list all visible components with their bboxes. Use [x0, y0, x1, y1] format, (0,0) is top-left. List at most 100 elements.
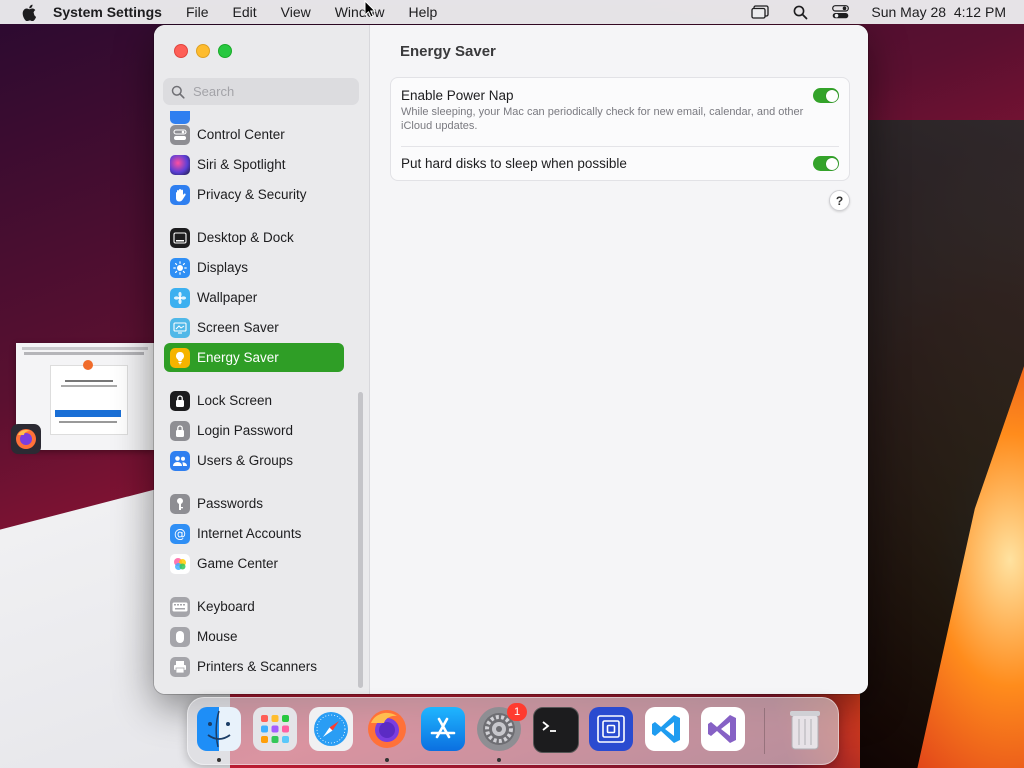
key-icon — [170, 493, 190, 514]
sidebar-item-label: Screen Saver — [197, 320, 279, 335]
power-nap-toggle[interactable] — [813, 88, 839, 103]
sidebar-item-energy-saver[interactable]: Energy Saver — [164, 343, 344, 372]
sidebar-item-label: Siri & Spotlight — [197, 157, 286, 172]
row-divider — [401, 146, 839, 147]
window-controls — [174, 44, 232, 58]
page-title: Energy Saver — [400, 43, 496, 60]
sidebar-item-label: Displays — [197, 260, 249, 275]
power-nap-description: While sleeping, your Mac can periodicall… — [401, 106, 804, 132]
menu-clock[interactable]: Sun May 28 4:12 PM — [871, 4, 1006, 20]
sidebar-item-control-center[interactable]: Control Center — [164, 120, 344, 149]
sidebar-item-lock-screen[interactable]: Lock Screen — [164, 386, 344, 415]
app-store-dock-icon[interactable] — [421, 707, 465, 751]
minimize-window-button[interactable] — [196, 44, 210, 58]
keyboard-icon — [170, 596, 190, 617]
lock-icon — [170, 390, 190, 411]
dock-icon — [170, 227, 190, 248]
sidebar-item-label: Printers & Scanners — [197, 659, 318, 674]
firefox-running-indicator — [385, 758, 389, 762]
search-input[interactable] — [191, 83, 355, 100]
system-settings-running-indicator — [497, 758, 501, 762]
disk-sleep-toggle[interactable] — [813, 156, 839, 171]
sidebar-item-keyboard[interactable]: Keyboard — [164, 592, 344, 621]
remote-desktop-dock-icon[interactable] — [589, 707, 633, 751]
sidebar-item-passwords[interactable]: Passwords — [164, 489, 344, 518]
sidebar-item-label: Keyboard — [197, 599, 255, 614]
sidebar-scrollbar[interactable] — [358, 392, 363, 688]
sidebar-item-label: Desktop & Dock — [197, 230, 294, 245]
sidebar-item-label: Users & Groups — [197, 453, 294, 468]
sidebar-item-label: Internet Accounts — [197, 526, 302, 541]
hand-icon — [170, 184, 190, 205]
visual-studio-dock-icon[interactable] — [701, 707, 745, 751]
sidebar-item-login-password[interactable]: Login Password — [164, 416, 344, 445]
finder-running-indicator — [217, 758, 221, 762]
sidebar-item-desktop-dock[interactable]: Desktop & Dock — [164, 223, 344, 252]
mouse-cursor-icon — [364, 0, 377, 23]
sidebar-list: Control Center Siri & Spotlight Privacy … — [154, 111, 369, 691]
terminal-dock-icon[interactable] — [533, 707, 579, 753]
sidebar-item-label: Game Center — [197, 556, 279, 571]
sidebar-item-label: Login Password — [197, 423, 294, 438]
siri-icon — [170, 154, 190, 175]
disk-sleep-label: Put hard disks to sleep when possible — [401, 156, 627, 171]
close-window-button[interactable] — [174, 44, 188, 58]
sun-icon — [170, 257, 190, 278]
printer-icon — [170, 656, 190, 677]
vscode-dock-icon[interactable] — [645, 707, 689, 751]
menu-file[interactable]: File — [186, 4, 209, 20]
sidebar-item-wallpaper[interactable]: Wallpaper — [164, 283, 344, 312]
menu-view[interactable]: View — [281, 4, 311, 20]
menu-help[interactable]: Help — [409, 4, 438, 20]
search-icon — [171, 85, 185, 99]
menu-window[interactable]: Window — [335, 4, 385, 20]
sidebar-item-label: Wallpaper — [197, 290, 258, 305]
sidebar-item-displays[interactable]: Displays — [164, 253, 344, 282]
screen-saver-icon — [170, 317, 190, 338]
sidebar-item-printers-scanners[interactable]: Printers & Scanners — [164, 652, 344, 681]
control-center-icon — [170, 124, 190, 145]
power-nap-label: Enable Power Nap — [401, 88, 514, 103]
stage-manager-icon[interactable] — [751, 3, 770, 21]
sidebar-item-siri-spotlight[interactable]: Siri & Spotlight — [164, 150, 344, 179]
sidebar-item-mouse[interactable]: Mouse — [164, 622, 344, 651]
sidebar-item-label: Mouse — [197, 629, 238, 644]
firefox-thumbnail-icon[interactable] — [11, 424, 41, 454]
sidebar-item-game-center[interactable]: Game Center — [164, 549, 344, 578]
sidebar-item-users-groups[interactable]: Users & Groups — [164, 446, 344, 475]
sidebar-item-label: Control Center — [197, 127, 285, 142]
safari-dock-icon[interactable] — [309, 707, 353, 751]
control-center-menubar-icon[interactable] — [831, 3, 849, 21]
content-pane: Energy Saver Enable Power Nap While slee… — [370, 25, 868, 694]
dock: 1 — [187, 697, 839, 765]
game-center-icon — [170, 553, 190, 574]
sidebar-item-label: Privacy & Security — [197, 187, 307, 202]
launchpad-dock-icon[interactable] — [253, 707, 297, 751]
sidebar-item-privacy-security[interactable]: Privacy & Security — [164, 180, 344, 209]
menu-app-name[interactable]: System Settings — [53, 4, 162, 20]
svg-text:@: @ — [174, 527, 186, 541]
sidebar-item-internet-accounts[interactable]: @ Internet Accounts — [164, 519, 344, 548]
lock-outline-icon — [170, 420, 190, 441]
users-icon — [170, 450, 190, 471]
mouse-icon — [170, 626, 190, 647]
notification-badge: 1 — [507, 703, 527, 721]
sidebar-item-label: Lock Screen — [197, 393, 273, 408]
apple-menu-icon[interactable] — [18, 0, 40, 24]
zoom-window-button[interactable] — [218, 44, 232, 58]
bulb-icon — [170, 347, 190, 368]
dock-separator — [764, 708, 765, 754]
wallpaper-dark-band — [860, 120, 1024, 768]
help-button[interactable]: ? — [829, 190, 850, 211]
menu-bar: System Settings File Edit View Window He… — [0, 0, 1024, 24]
sidebar-item-label: Energy Saver — [197, 350, 279, 365]
finder-dock-icon[interactable] — [197, 707, 241, 751]
menu-edit[interactable]: Edit — [233, 4, 257, 20]
settings-group: Enable Power Nap While sleeping, your Ma… — [390, 77, 850, 181]
trash-dock-icon[interactable] — [783, 707, 827, 751]
spotlight-search-icon[interactable] — [791, 3, 809, 21]
at-icon: @ — [170, 523, 190, 544]
sidebar-item-screen-saver[interactable]: Screen Saver — [164, 313, 344, 342]
firefox-dock-icon[interactable] — [365, 707, 409, 751]
search-field[interactable] — [163, 78, 359, 105]
